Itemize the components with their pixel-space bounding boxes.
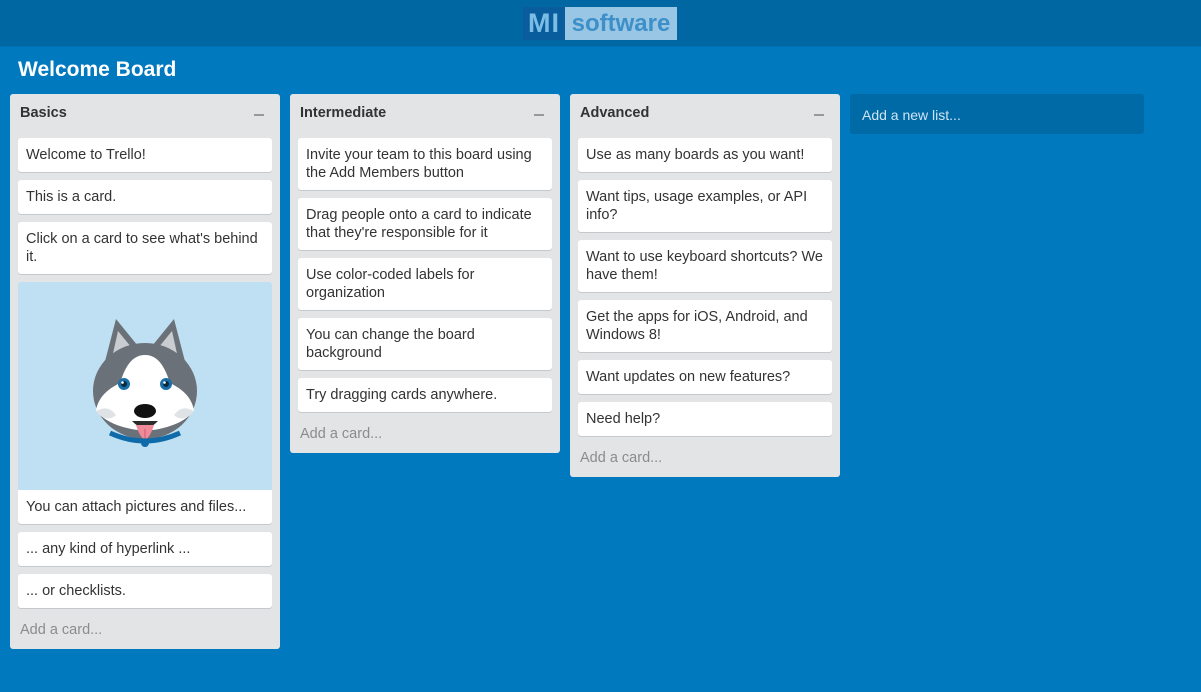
card[interactable]: Invite your team to this board using the… bbox=[298, 138, 552, 190]
card[interactable]: Want updates on new features? bbox=[578, 360, 832, 394]
card[interactable]: Try dragging cards anywhere. bbox=[298, 378, 552, 412]
card[interactable]: Drag people onto a card to indicate that… bbox=[298, 198, 552, 250]
card[interactable]: Want tips, usage examples, or API info? bbox=[578, 180, 832, 232]
card-with-image[interactable]: You can attach pictures and files... bbox=[18, 282, 272, 524]
list-menu-icon[interactable] bbox=[252, 108, 266, 122]
list-menu-icon[interactable] bbox=[812, 108, 826, 122]
add-card-button[interactable]: Add a card... bbox=[570, 444, 840, 477]
logo-software: software bbox=[565, 7, 677, 40]
board-title[interactable]: Welcome Board bbox=[18, 58, 176, 82]
card[interactable]: Use color-coded labels for organization bbox=[298, 258, 552, 310]
card[interactable]: Get the apps for iOS, Android, and Windo… bbox=[578, 300, 832, 352]
card[interactable]: ... any kind of hyperlink ... bbox=[18, 532, 272, 566]
logo-mi: MI bbox=[523, 7, 565, 40]
list-title[interactable]: Basics bbox=[20, 105, 67, 121]
card-container: Welcome to Trello! This is a card. Click… bbox=[10, 134, 280, 608]
card[interactable]: Use as many boards as you want! bbox=[578, 138, 832, 172]
husky-dog-icon bbox=[93, 319, 197, 447]
add-card-button[interactable]: Add a card... bbox=[10, 616, 280, 649]
list-header: Advanced bbox=[570, 94, 840, 134]
list-header: Basics bbox=[10, 94, 280, 134]
card[interactable]: Welcome to Trello! bbox=[18, 138, 272, 172]
card[interactable]: Need help? bbox=[578, 402, 832, 436]
card[interactable]: You can change the board background bbox=[298, 318, 552, 370]
top-bar: MI software bbox=[0, 0, 1201, 46]
card-cover-image bbox=[18, 282, 272, 490]
card[interactable]: Click on a card to see what's behind it. bbox=[18, 222, 272, 274]
card-container: Invite your team to this board using the… bbox=[290, 134, 560, 412]
card[interactable]: This is a card. bbox=[18, 180, 272, 214]
list-menu-icon[interactable] bbox=[532, 108, 546, 122]
card-text: You can attach pictures and files... bbox=[26, 499, 247, 515]
app-logo[interactable]: MI software bbox=[523, 7, 677, 40]
card[interactable]: ... or checklists. bbox=[18, 574, 272, 608]
add-list-button[interactable]: Add a new list... bbox=[850, 94, 1144, 134]
add-list-label: Add a new list... bbox=[862, 107, 961, 123]
list-intermediate: Intermediate Invite your team to this bo… bbox=[290, 94, 560, 453]
list-header: Intermediate bbox=[290, 94, 560, 134]
card-container: Use as many boards as you want! Want tip… bbox=[570, 134, 840, 436]
card[interactable]: Want to use keyboard shortcuts? We have … bbox=[578, 240, 832, 292]
list-basics: Basics Welcome to Trello! This is a card… bbox=[10, 94, 280, 649]
list-title[interactable]: Advanced bbox=[580, 105, 649, 121]
add-card-button[interactable]: Add a card... bbox=[290, 420, 560, 453]
list-title[interactable]: Intermediate bbox=[300, 105, 386, 121]
list-advanced: Advanced Use as many boards as you want!… bbox=[570, 94, 840, 477]
